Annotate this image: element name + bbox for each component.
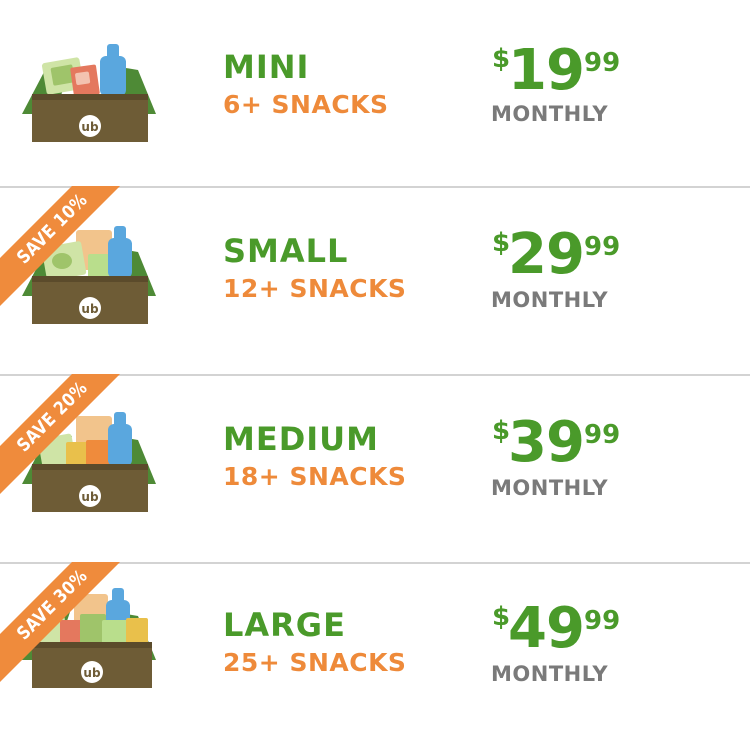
plan-mini[interactable]: ub MINI 6+ SNACKS $ 19 99 MONTHLY xyxy=(0,0,750,186)
billing-period: MONTHLY xyxy=(491,288,609,312)
billing-period: MONTHLY xyxy=(491,102,609,126)
svg-text:ub: ub xyxy=(81,302,99,316)
plan-name: MEDIUM xyxy=(223,420,379,458)
plan-name: LARGE xyxy=(223,606,346,644)
price-cents: 99 xyxy=(584,420,621,450)
price-whole: 49 xyxy=(508,596,585,661)
plan-small[interactable]: ub SAVE 10% SMALL 12+ SNACKS $ 29 99 MON… xyxy=(0,186,750,372)
price-cents: 99 xyxy=(584,232,621,262)
svg-text:ub: ub xyxy=(81,490,99,504)
billing-period: MONTHLY xyxy=(491,476,609,500)
plan-list: ub MINI 6+ SNACKS $ 19 99 MONTHLY ub SAV… xyxy=(0,0,750,745)
plan-large[interactable]: ub SAVE 30% LARGE 25+ SNACKS $ 49 99 MON… xyxy=(0,562,750,745)
svg-text:ub: ub xyxy=(83,666,101,680)
billing-period: MONTHLY xyxy=(491,662,609,686)
price-whole: 19 xyxy=(508,38,585,103)
plan-medium[interactable]: ub SAVE 20% MEDIUM 18+ SNACKS $ 39 99 MO… xyxy=(0,374,750,560)
snack-count: 25+ SNACKS xyxy=(223,648,407,677)
snack-box-mini-image: ub xyxy=(22,44,156,142)
snack-count: 18+ SNACKS xyxy=(223,462,407,491)
price-cents: 99 xyxy=(584,606,621,636)
plan-name: MINI xyxy=(223,48,310,86)
plan-name: SMALL xyxy=(223,232,349,270)
snack-count: 6+ SNACKS xyxy=(223,90,389,119)
price-cents: 99 xyxy=(584,48,621,78)
price-whole: 39 xyxy=(508,410,585,475)
svg-text:ub: ub xyxy=(81,120,99,134)
price-whole: 29 xyxy=(508,222,585,287)
snack-count: 12+ SNACKS xyxy=(223,274,407,303)
